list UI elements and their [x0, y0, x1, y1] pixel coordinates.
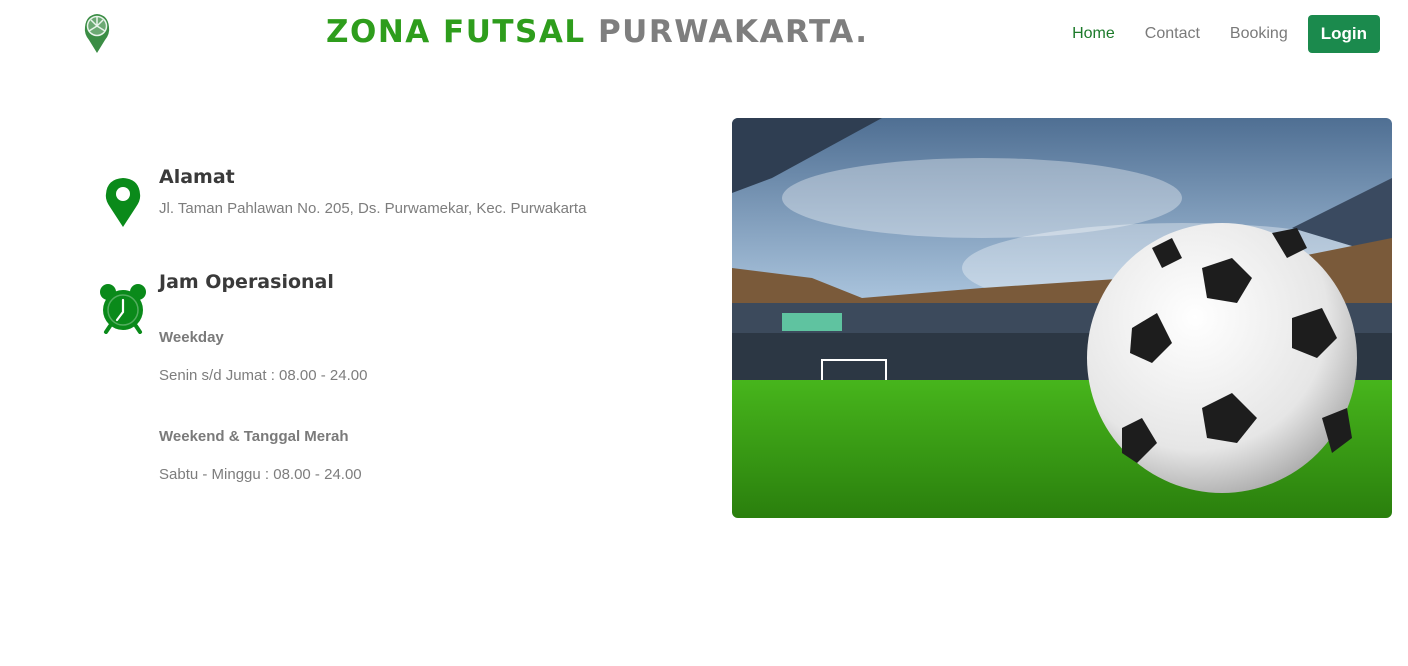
- address-text: Jl. Taman Pahlawan No. 205, Ds. Purwamek…: [159, 200, 587, 217]
- weekday-hours: Senin s/d Jumat : 08.00 - 24.00: [159, 367, 368, 384]
- weekday-label: Weekday: [159, 329, 224, 346]
- address-block: Alamat Jl. Taman Pahlawan No. 205, Ds. P…: [159, 166, 586, 217]
- alarm-clock-icon: [98, 282, 148, 339]
- site-header: ZONA FUTSAL PURWAKARTA. Home Contact Boo…: [0, 0, 1408, 70]
- hours-block: Jam Operasional Weekday Senin s/d Jumat …: [159, 271, 367, 483]
- address-title: Alamat: [159, 166, 235, 188]
- stadium-soccer-ball-image: [732, 118, 1392, 518]
- map-pin-icon: [103, 176, 143, 233]
- brand-title: ZONA FUTSAL PURWAKARTA.: [326, 14, 869, 50]
- soccer-ball-pin-icon[interactable]: [82, 12, 112, 54]
- brand-title-secondary: PURWAKARTA.: [597, 14, 869, 50]
- main-nav: Home Contact Booking Login: [1042, 15, 1380, 53]
- hours-title: Jam Operasional: [159, 271, 334, 293]
- weekend-label: Weekend & Tanggal Merah: [159, 428, 349, 445]
- login-button[interactable]: Login: [1307, 15, 1380, 53]
- brand-title-primary: ZONA FUTSAL: [326, 14, 586, 50]
- weekend-hours: Sabtu - Minggu : 08.00 - 24.00: [159, 466, 362, 483]
- nav-booking-link[interactable]: Booking: [1230, 25, 1288, 43]
- nav-home-link[interactable]: Home: [1072, 25, 1115, 43]
- nav-contact-link[interactable]: Contact: [1145, 25, 1200, 43]
